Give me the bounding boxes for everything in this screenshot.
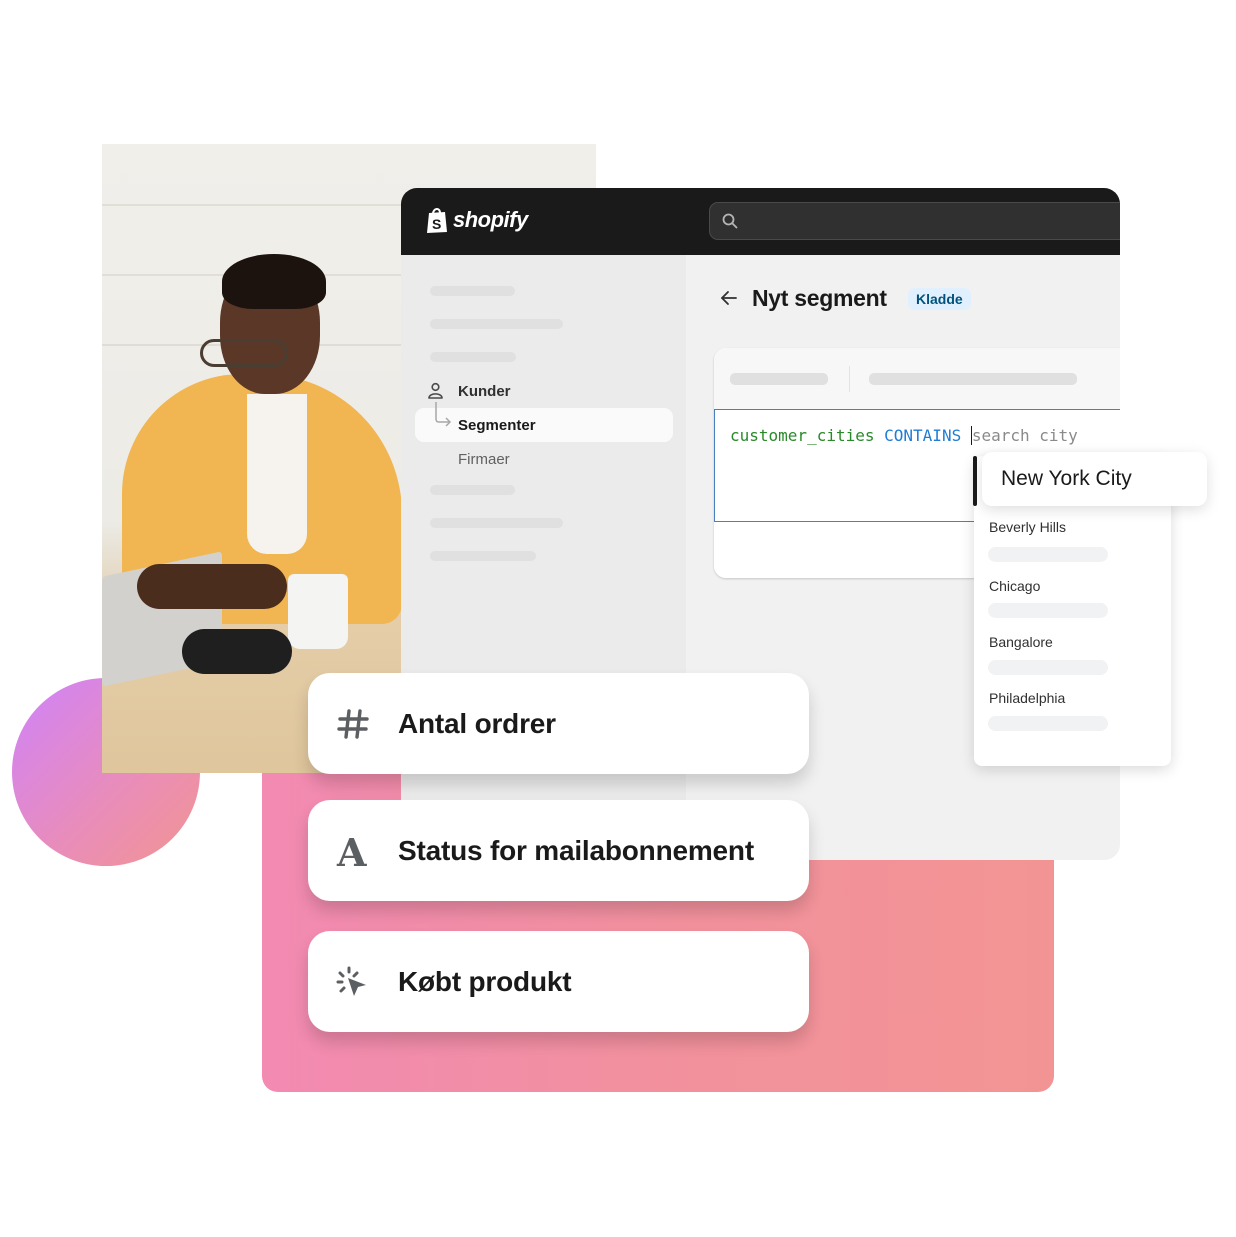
skeleton-line: [988, 603, 1108, 618]
attribute-label: Købt produkt: [398, 965, 572, 997]
sidebar-item-kunder[interactable]: Kunder: [415, 374, 673, 408]
svg-text:A: A: [336, 834, 367, 868]
sidebar-item-label: Kunder: [458, 382, 511, 400]
shopify-bag-icon: S: [427, 208, 447, 233]
skeleton-line: [430, 286, 515, 296]
sidebar-item-firmaer[interactable]: Firmaer: [415, 442, 673, 476]
brand-name: shopify: [453, 207, 528, 232]
dropdown-focus-indicator: [973, 456, 977, 506]
skeleton-line: [430, 485, 515, 495]
attribute-card-antal-ordrer[interactable]: Antal ordrer: [308, 673, 809, 774]
skeleton-line: [869, 373, 1077, 385]
skeleton-line: [430, 319, 563, 329]
top-bar: S shopify: [401, 188, 1120, 255]
attribute-card-status-mailabonnement[interactable]: A Status for mailabonnement: [308, 800, 809, 901]
query-field: customer_cities: [730, 426, 875, 445]
skeleton-line: [430, 518, 563, 528]
photo-glasses: [200, 339, 288, 367]
dropdown-option[interactable]: Philadelphia: [989, 690, 1065, 706]
skeleton-line: [430, 551, 536, 561]
skeleton-line: [988, 547, 1108, 562]
shopify-logo[interactable]: S shopify: [425, 206, 528, 234]
page-title: Nyt segment: [752, 285, 887, 311]
photo-tshirt: [247, 394, 307, 554]
skeleton-line: [988, 716, 1108, 731]
skeleton-line: [430, 352, 516, 362]
branch-arrow-icon: [435, 402, 452, 427]
photo-mug: [288, 574, 348, 649]
query-operator: CONTAINS: [884, 426, 962, 445]
cursor-click-icon: [336, 966, 366, 996]
skeleton-line: [988, 660, 1108, 675]
person-icon: [428, 382, 443, 399]
dropdown-option[interactable]: Bangalore: [989, 634, 1053, 650]
photo-hand: [137, 564, 287, 609]
dropdown-option[interactable]: Beverly Hills: [989, 519, 1066, 535]
svg-text:S: S: [432, 216, 441, 232]
attribute-label: Antal ordrer: [398, 707, 556, 739]
skeleton-line: [730, 373, 828, 385]
status-badge: Kladde: [908, 288, 971, 310]
card-header: [714, 348, 1120, 409]
sidebar-item-segmenter[interactable]: Segmenter: [415, 402, 673, 442]
attribute-card-kobt-produkt[interactable]: Købt produkt: [308, 931, 809, 1032]
dropdown-option-highlighted[interactable]: New York City: [982, 452, 1207, 506]
dropdown-option[interactable]: Chicago: [989, 578, 1040, 594]
photo-headphones: [182, 629, 292, 674]
hash-icon: [337, 709, 369, 739]
search-input[interactable]: [709, 202, 1120, 240]
arrow-left-icon[interactable]: [719, 288, 739, 308]
search-icon: [722, 213, 738, 229]
sidebar-item-label: Firmaer: [458, 450, 510, 468]
attribute-label: Status for mailabonnement: [398, 834, 754, 866]
query-text: customer_cities CONTAINS search city: [730, 426, 1078, 445]
photo-hair: [222, 254, 326, 309]
sidebar-item-label: Segmenter: [458, 416, 536, 434]
divider: [849, 366, 850, 392]
query-placeholder: search city: [970, 426, 1078, 445]
letter-a-icon: A: [336, 834, 367, 868]
